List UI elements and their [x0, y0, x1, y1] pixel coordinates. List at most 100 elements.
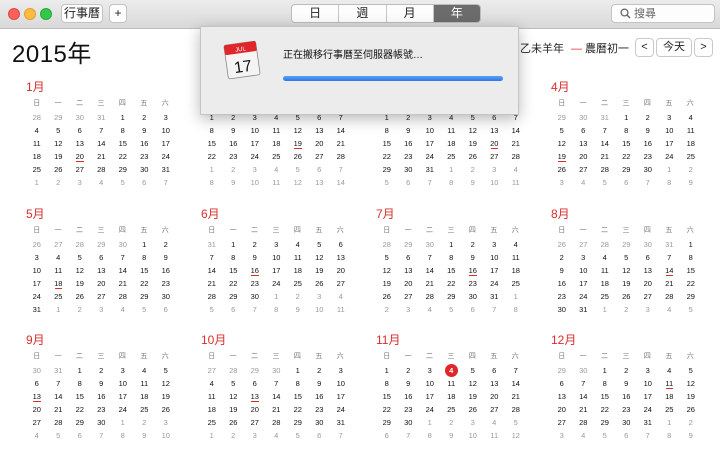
- day-cell[interactable]: 8: [419, 429, 441, 442]
- month-8[interactable]: 8月日一二三四五六 26 27 28 29 30 31 1 2 3 4 5 6 7 8 9 10 11 12 13 14…: [551, 205, 701, 316]
- day-cell[interactable]: 9: [134, 429, 156, 442]
- day-cell[interactable]: 12: [462, 124, 484, 137]
- day-cell[interactable]: 12: [551, 137, 573, 150]
- day-cell[interactable]: 28: [48, 416, 70, 429]
- day-cell[interactable]: 2: [155, 238, 177, 251]
- day-cell[interactable]: 23: [223, 150, 245, 163]
- month-title[interactable]: 11月: [376, 331, 526, 347]
- day-cell[interactable]: 28: [376, 238, 398, 251]
- day-cell[interactable]: 7: [330, 163, 352, 176]
- day-cell[interactable]: 6: [223, 303, 245, 316]
- day-cell[interactable]: 26: [680, 403, 702, 416]
- day-cell[interactable]: 4: [505, 163, 527, 176]
- day-cell[interactable]: 29: [91, 238, 113, 251]
- day-cell[interactable]: 30: [398, 416, 420, 429]
- day-cell[interactable]: 11: [287, 251, 309, 264]
- day-cell[interactable]: 23: [398, 403, 420, 416]
- day-cell[interactable]: 25: [287, 277, 309, 290]
- day-cell[interactable]: 15: [112, 137, 134, 150]
- day-cell[interactable]: 9: [134, 124, 156, 137]
- day-cell[interactable]: 2: [462, 238, 484, 251]
- day-cell[interactable]: 1: [134, 238, 156, 251]
- day-cell[interactable]: 6: [155, 303, 177, 316]
- day-cell[interactable]: 23: [91, 403, 113, 416]
- day-cell[interactable]: 4: [112, 303, 134, 316]
- day-cell[interactable]: 4: [505, 238, 527, 251]
- day-cell[interactable]: 3: [484, 238, 506, 251]
- day-cell[interactable]: 27: [91, 290, 113, 303]
- day-cell[interactable]: 11: [505, 176, 527, 189]
- day-cell[interactable]: 16: [244, 264, 266, 277]
- day-cell[interactable]: 24: [659, 150, 681, 163]
- day-cell[interactable]: 19: [223, 403, 245, 416]
- day-cell[interactable]: 20: [69, 150, 91, 163]
- day-cell[interactable]: 4: [287, 238, 309, 251]
- day-cell[interactable]: 2: [551, 251, 573, 264]
- day-cell[interactable]: 2: [91, 364, 113, 377]
- day-cell[interactable]: 2: [398, 364, 420, 377]
- day-cell[interactable]: 7: [419, 176, 441, 189]
- day-cell[interactable]: 29: [616, 238, 638, 251]
- day-cell[interactable]: 5: [551, 124, 573, 137]
- day-cell[interactable]: 29: [441, 290, 463, 303]
- day-cell[interactable]: 4: [484, 416, 506, 429]
- day-cell[interactable]: 25: [48, 290, 70, 303]
- day-cell[interactable]: 7: [48, 377, 70, 390]
- day-cell[interactable]: 2: [134, 111, 156, 124]
- day-cell[interactable]: 21: [91, 150, 113, 163]
- day-cell[interactable]: 4: [659, 364, 681, 377]
- day-cell[interactable]: 21: [330, 137, 352, 150]
- day-cell[interactable]: 26: [551, 163, 573, 176]
- day-cell[interactable]: 18: [48, 277, 70, 290]
- day-cell[interactable]: 11: [505, 251, 527, 264]
- day-cell[interactable]: 11: [484, 429, 506, 442]
- day-cell[interactable]: 31: [659, 238, 681, 251]
- day-cell[interactable]: 12: [505, 429, 527, 442]
- day-cell[interactable]: 10: [659, 124, 681, 137]
- next-year-button[interactable]: >: [694, 38, 713, 57]
- day-cell[interactable]: 13: [244, 390, 266, 403]
- day-cell[interactable]: 30: [26, 364, 48, 377]
- day-cell[interactable]: 31: [48, 364, 70, 377]
- day-cell[interactable]: 8: [376, 377, 398, 390]
- day-cell[interactable]: 27: [551, 416, 573, 429]
- day-cell[interactable]: 1: [201, 429, 223, 442]
- tab-year[interactable]: 年: [433, 5, 480, 22]
- day-cell[interactable]: 23: [309, 403, 331, 416]
- day-cell[interactable]: 6: [309, 163, 331, 176]
- day-cell[interactable]: 3: [26, 251, 48, 264]
- day-cell[interactable]: 4: [26, 429, 48, 442]
- today-button[interactable]: 今天: [656, 38, 692, 57]
- zoom-window-button[interactable]: [40, 8, 52, 20]
- day-cell[interactable]: 3: [244, 429, 266, 442]
- day-cell[interactable]: 17: [484, 264, 506, 277]
- day-cell[interactable]: 17: [266, 264, 288, 277]
- day-cell[interactable]: 13: [573, 137, 595, 150]
- day-cell[interactable]: 30: [637, 238, 659, 251]
- day-cell[interactable]: 9: [680, 176, 702, 189]
- day-cell[interactable]: 9: [223, 176, 245, 189]
- day-cell[interactable]: 21: [505, 390, 527, 403]
- day-cell[interactable]: 28: [594, 163, 616, 176]
- day-cell[interactable]: 23: [616, 403, 638, 416]
- day-cell[interactable]: 20: [573, 150, 595, 163]
- day-cell[interactable]: 9: [680, 429, 702, 442]
- day-cell[interactable]: 30: [266, 364, 288, 377]
- day-cell[interactable]: 24: [637, 403, 659, 416]
- day-cell[interactable]: 2: [48, 176, 70, 189]
- day-cell[interactable]: 21: [112, 277, 134, 290]
- month-5[interactable]: 5月日一二三四五六 26 27 28 29 30 1 2 3 4 5 6 7 8 9 10 11 12 13 14 15…: [26, 205, 176, 316]
- day-cell[interactable]: 8: [616, 124, 638, 137]
- day-cell[interactable]: 9: [637, 124, 659, 137]
- day-cell[interactable]: 21: [659, 277, 681, 290]
- day-cell[interactable]: 27: [398, 290, 420, 303]
- day-cell[interactable]: 17: [419, 390, 441, 403]
- day-cell[interactable]: 13: [330, 251, 352, 264]
- day-cell[interactable]: 7: [419, 251, 441, 264]
- day-cell[interactable]: 10: [309, 303, 331, 316]
- day-cell[interactable]: 20: [26, 403, 48, 416]
- day-cell[interactable]: 19: [69, 277, 91, 290]
- day-cell[interactable]: 24: [155, 150, 177, 163]
- day-cell[interactable]: 3: [419, 364, 441, 377]
- day-cell[interactable]: 4: [659, 303, 681, 316]
